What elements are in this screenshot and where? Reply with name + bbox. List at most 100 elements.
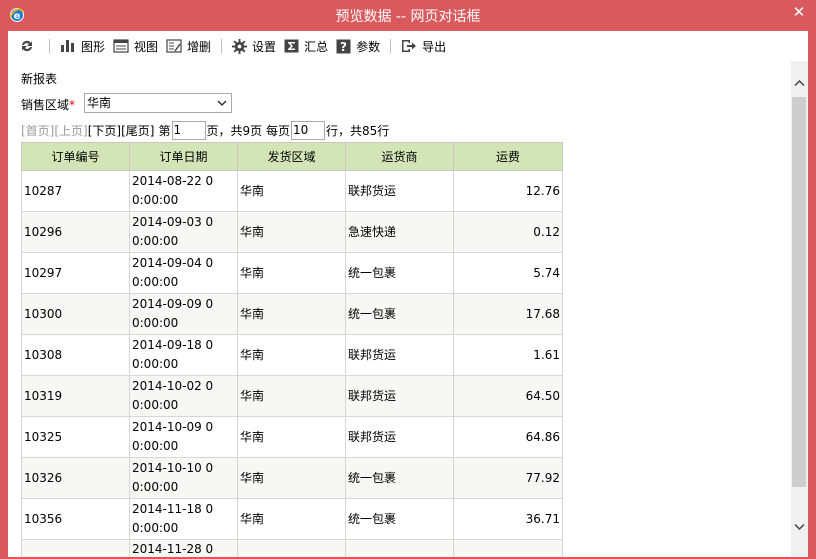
table-row: 10325 2014-10-09 0 0:00:00 华南 联邦货运 64.86 xyxy=(21,416,563,458)
summary-button[interactable]: 汇总 xyxy=(280,35,332,57)
order-id-cell: 10325 xyxy=(21,416,130,458)
data-table: 订单编号 订单日期 发货区域 运货商 运费 10287 2014-08-22 0 0… xyxy=(21,142,563,557)
region-filter-label: 销售区域* xyxy=(21,96,75,113)
table-row: 10287 2014-08-22 0 0:00:00 华南 联邦货运 12.76 xyxy=(21,170,563,212)
settings-button-label: 设置 xyxy=(252,39,277,54)
freight-cell: 12.76 xyxy=(453,170,563,212)
toolbar-separator xyxy=(390,39,392,53)
shipper-cell: 联邦货运 xyxy=(345,416,454,458)
scrollbar-thumb[interactable] xyxy=(792,97,806,487)
region-filter-label-text: 销售区域 xyxy=(21,98,70,112)
chevron-down-icon xyxy=(217,100,227,106)
freight-cell: 17.68 xyxy=(453,293,563,335)
shipper-cell: 联邦货运 xyxy=(345,375,454,417)
report-content: 新报表 销售区域* 华南 [首页] [上页] [下页] [尾页] 第 页，共9页… xyxy=(8,61,791,557)
edit-icon xyxy=(166,39,182,53)
first-page-link[interactable]: [首页] xyxy=(21,122,54,139)
freight-cell: 64.86 xyxy=(453,416,563,458)
region-select[interactable]: 华南 xyxy=(84,93,232,113)
order-id-cell: 10356 xyxy=(21,498,130,540)
order-date-line: 2014-10-02 0 xyxy=(132,379,214,393)
view-button-label: 视图 xyxy=(134,39,159,54)
order-time-line: 0:00:00 xyxy=(132,439,179,453)
bar-chart-icon xyxy=(61,40,74,52)
table-row: 10326 2014-10-10 0 0:00:00 华南 统一包裹 77.92 xyxy=(21,457,563,499)
svg-text:?: ? xyxy=(340,40,347,54)
settings-button[interactable]: 设置 xyxy=(228,35,280,57)
column-header[interactable]: 发货区域 xyxy=(237,142,346,171)
question-icon: ? xyxy=(336,39,351,54)
region-cell: 华南 xyxy=(237,375,346,417)
freight-cell: 77.92 xyxy=(453,457,563,499)
export-icon xyxy=(402,40,417,52)
sigma-icon xyxy=(284,39,299,53)
scroll-down-icon[interactable] xyxy=(794,523,805,531)
order-date-line: 2014-09-18 0 xyxy=(132,338,214,352)
params-button-label: 参数 xyxy=(356,39,381,54)
order-id-cell: 10300 xyxy=(21,293,130,335)
order-date-cell: 2014-09-04 0 0:00:00 xyxy=(129,252,238,294)
page-size-input[interactable] xyxy=(290,120,325,140)
shipper-cell: 统一包裹 xyxy=(345,252,454,294)
region-cell: 华南 xyxy=(237,252,346,294)
window-title: 预览数据 -- 网页对话框 xyxy=(335,9,481,25)
page-suffix: 页，共9页 每页 xyxy=(206,123,290,138)
region-cell: 华南 xyxy=(237,211,346,253)
pager: [首页] [上页] [下页] [尾页] 第 页，共9页 每页 行，共85行 xyxy=(21,120,389,140)
toolbar-separator xyxy=(49,39,50,53)
order-date-cell: 2014-10-02 0 0:00:00 xyxy=(129,375,238,417)
view-icon xyxy=(113,39,129,53)
export-button[interactable]: 导出 xyxy=(397,35,450,57)
region-cell: 华南 xyxy=(237,334,346,376)
order-id-cell: 10296 xyxy=(21,211,130,253)
order-id-cell xyxy=(21,539,130,557)
region-cell: 华南 xyxy=(237,498,346,540)
order-time-line: 0:00:00 xyxy=(132,316,179,330)
refresh-button[interactable] xyxy=(16,35,43,57)
order-date-cell: 2014-09-18 0 0:00:00 xyxy=(129,334,238,376)
order-id-cell: 10297 xyxy=(21,252,130,294)
vertical-scrollbar[interactable] xyxy=(791,61,808,557)
order-id-cell: 10287 xyxy=(21,170,130,212)
shipper-cell: 统一包裹 xyxy=(345,498,454,540)
params-button[interactable]: ? 参数 xyxy=(332,35,384,57)
view-button[interactable]: 视图 xyxy=(109,35,162,57)
freight-cell: 5.74 xyxy=(453,252,563,294)
order-time-line: 0:00:00 xyxy=(132,275,179,289)
order-time-line: 0:00:00 xyxy=(132,193,179,207)
toolbar-separator xyxy=(221,39,223,53)
order-date-cell: 2014-09-09 0 0:00:00 xyxy=(129,293,238,335)
refresh-icon xyxy=(22,40,32,52)
freight-cell: 1.61 xyxy=(453,334,563,376)
order-date-line: 2014-10-09 0 xyxy=(132,420,214,434)
next-page-link[interactable]: [下页] xyxy=(88,122,121,139)
chart-button[interactable]: 图形 xyxy=(56,35,109,57)
order-date-cell: 2014-09-03 0 0:00:00 xyxy=(129,211,238,253)
edit-button[interactable]: 增删 xyxy=(162,35,215,57)
close-button[interactable]: ✕ xyxy=(782,0,816,24)
column-header[interactable]: 运费 xyxy=(453,142,563,171)
freight-cell: 64.50 xyxy=(453,375,563,417)
shipper-cell xyxy=(345,539,454,557)
shipper-cell: 联邦货运 xyxy=(345,334,454,376)
shipper-cell: 联邦货运 xyxy=(345,170,454,212)
dialog-window: e 预览数据 -- 网页对话框 ✕ 图形 视图 增删 设置 汇总 ? 参数 导出… xyxy=(0,0,816,559)
order-date-cell: 2014-10-09 0 0:00:00 xyxy=(129,416,238,458)
order-date-line: 2014-11-18 0 xyxy=(132,502,214,516)
order-id-cell: 10308 xyxy=(21,334,130,376)
table-row: 10319 2014-10-02 0 0:00:00 华南 联邦货运 64.50 xyxy=(21,375,563,417)
order-date-cell: 2014-10-10 0 0:00:00 xyxy=(129,457,238,499)
region-select-value: 华南 xyxy=(87,96,112,110)
scroll-up-icon[interactable] xyxy=(794,79,805,87)
column-header[interactable]: 订单编号 xyxy=(21,142,130,171)
order-time-line: 0:00:00 xyxy=(132,521,179,535)
column-header[interactable]: 运货商 xyxy=(345,142,454,171)
summary-button-label: 汇总 xyxy=(304,39,329,54)
page-number-input[interactable] xyxy=(171,120,206,140)
column-header[interactable]: 订单日期 xyxy=(129,142,238,171)
close-icon: ✕ xyxy=(792,3,806,21)
prev-page-link[interactable]: [上页] xyxy=(54,122,87,139)
shipper-cell: 统一包裹 xyxy=(345,293,454,335)
order-date-cell: 2014-11-18 0 0:00:00 xyxy=(129,498,238,540)
last-page-link[interactable]: [尾页] xyxy=(121,122,154,139)
